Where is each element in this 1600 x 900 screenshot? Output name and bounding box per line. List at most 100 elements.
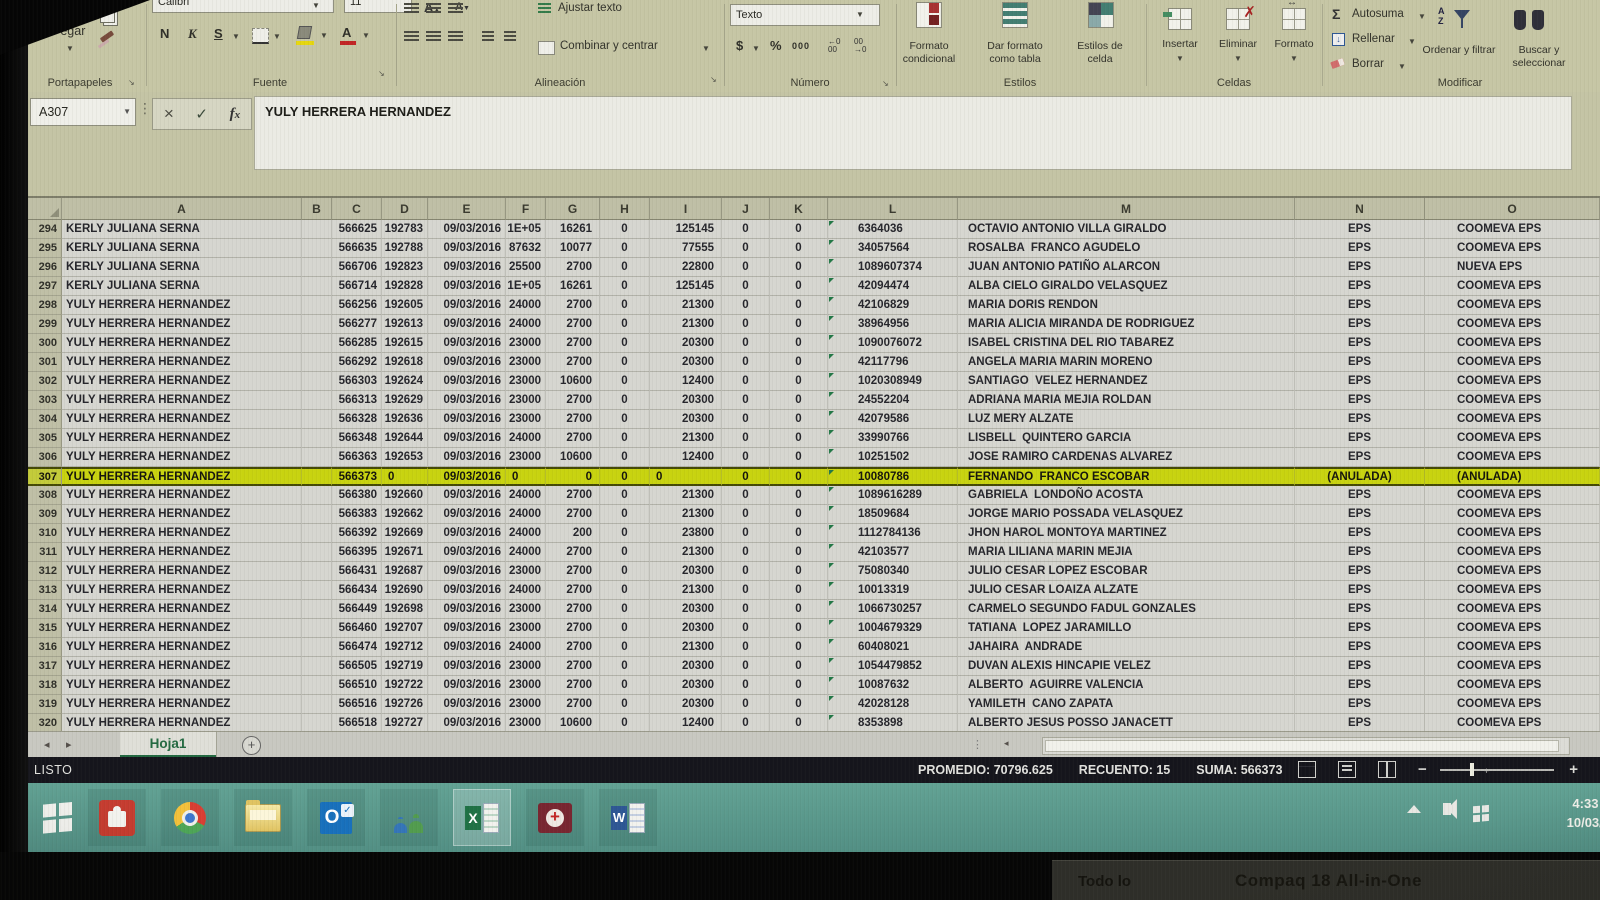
cell-B316[interactable] [302, 638, 332, 657]
cell-O311[interactable]: COOMEVA EPS [1425, 543, 1600, 562]
taskbar-button-file-explorer[interactable] [234, 789, 292, 846]
cell-F313[interactable]: 24000 [506, 581, 546, 600]
column-header-F[interactable]: F [506, 198, 546, 220]
cell-O300[interactable]: COOMEVA EPS [1425, 334, 1600, 353]
align-center-icon[interactable] [426, 31, 441, 42]
cell-styles-button[interactable]: Estilos de celda [1066, 40, 1134, 65]
format-dropdown-icon[interactable]: ▼ [1290, 54, 1298, 63]
cell-C307[interactable]: 566373 [332, 467, 382, 486]
cell-D298[interactable]: 192605 [382, 296, 428, 315]
cell-F300[interactable]: 23000 [506, 334, 546, 353]
cell-L316[interactable]: 60408021 [828, 638, 958, 657]
cell-I315[interactable]: 20300 [650, 619, 722, 638]
cell-N297[interactable]: EPS [1295, 277, 1425, 296]
cell-K309[interactable]: 0 [770, 505, 828, 524]
cell-I299[interactable]: 21300 [650, 315, 722, 334]
cancel-entry-icon[interactable]: × [164, 104, 174, 124]
cell-N305[interactable]: EPS [1295, 429, 1425, 448]
cell-O297[interactable]: COOMEVA EPS [1425, 277, 1600, 296]
cell-D304[interactable]: 192636 [382, 410, 428, 429]
cell-E310[interactable]: 09/03/2016 [428, 524, 506, 543]
cell-E314[interactable]: 09/03/2016 [428, 600, 506, 619]
cell-B302[interactable] [302, 372, 332, 391]
cell-E300[interactable]: 09/03/2016 [428, 334, 506, 353]
cell-B309[interactable] [302, 505, 332, 524]
cell-I314[interactable]: 20300 [650, 600, 722, 619]
cell-B305[interactable] [302, 429, 332, 448]
column-header-A[interactable]: A [62, 198, 302, 220]
cell-H299[interactable]: 0 [600, 315, 650, 334]
font-name-combobox[interactable]: Calibri [152, 0, 334, 13]
cell-K305[interactable]: 0 [770, 429, 828, 448]
cell-N308[interactable]: EPS [1295, 486, 1425, 505]
cell-G309[interactable]: 2700 [546, 505, 600, 524]
cell-L304[interactable]: 42079586 [828, 410, 958, 429]
taskbar-button-word[interactable] [599, 789, 657, 846]
align-right-icon[interactable] [448, 31, 463, 42]
cell-I309[interactable]: 21300 [650, 505, 722, 524]
horizontal-scrollbar[interactable] [1042, 737, 1570, 755]
cell-F314[interactable]: 23000 [506, 600, 546, 619]
cell-F299[interactable]: 24000 [506, 315, 546, 334]
cell-O314[interactable]: COOMEVA EPS [1425, 600, 1600, 619]
cell-N311[interactable]: EPS [1295, 543, 1425, 562]
cell-F294[interactable]: 1E+05 [506, 220, 546, 239]
cell-N312[interactable]: EPS [1295, 562, 1425, 581]
cell-D306[interactable]: 192653 [382, 448, 428, 467]
cell-K306[interactable]: 0 [770, 448, 828, 467]
cell-I319[interactable]: 20300 [650, 695, 722, 714]
cell-O303[interactable]: COOMEVA EPS [1425, 391, 1600, 410]
cell-B304[interactable] [302, 410, 332, 429]
name-box[interactable]: A307▼ [30, 98, 136, 126]
cell-D296[interactable]: 192823 [382, 258, 428, 277]
cell-M314[interactable]: CARMELO SEGUNDO FADUL GONZALES [958, 600, 1295, 619]
cell-O305[interactable]: COOMEVA EPS [1425, 429, 1600, 448]
row-header-310[interactable]: 310 [28, 524, 62, 543]
cell-N298[interactable]: EPS [1295, 296, 1425, 315]
cell-D299[interactable]: 192613 [382, 315, 428, 334]
cell-D319[interactable]: 192726 [382, 695, 428, 714]
cell-L298[interactable]: 42106829 [828, 296, 958, 315]
horizontal-scrollbar-thumb[interactable] [1045, 740, 1559, 752]
cell-F308[interactable]: 24000 [506, 486, 546, 505]
insert-dropdown-icon[interactable]: ▼ [1176, 54, 1184, 63]
column-header-O[interactable]: O [1425, 198, 1600, 220]
cell-D312[interactable]: 192687 [382, 562, 428, 581]
cell-I307[interactable]: 0 [650, 467, 722, 486]
taskbar-button-excel[interactable] [453, 789, 511, 846]
column-header-D[interactable]: D [382, 198, 428, 220]
fill-button[interactable]: Rellenar [1352, 33, 1395, 45]
accounting-format-button[interactable]: $ [736, 38, 743, 53]
fill-color-icon[interactable] [297, 26, 312, 39]
column-header-G[interactable]: G [546, 198, 600, 220]
normal-view-icon[interactable] [1298, 761, 1316, 778]
cell-C298[interactable]: 566256 [332, 296, 382, 315]
increase-decimal-icon[interactable]: ←000 [828, 38, 840, 54]
cell-L312[interactable]: 75080340 [828, 562, 958, 581]
percent-style-button[interactable]: % [770, 38, 782, 53]
cell-M305[interactable]: LISBELL QUINTERO GARCIA [958, 429, 1295, 448]
cell-N310[interactable]: EPS [1295, 524, 1425, 543]
cell-J305[interactable]: 0 [722, 429, 770, 448]
cell-H311[interactable]: 0 [600, 543, 650, 562]
cell-M294[interactable]: OCTAVIO ANTONIO VILLA GIRALDO [958, 220, 1295, 239]
row-header-309[interactable]: 309 [28, 505, 62, 524]
cell-H312[interactable]: 0 [600, 562, 650, 581]
cell-E319[interactable]: 09/03/2016 [428, 695, 506, 714]
accounting-dropdown-icon[interactable]: ▼ [752, 44, 760, 53]
cell-G304[interactable]: 2700 [546, 410, 600, 429]
comma-style-button[interactable]: 000 [792, 41, 810, 51]
cell-E295[interactable]: 09/03/2016 [428, 239, 506, 258]
cell-L300[interactable]: 1090076072 [828, 334, 958, 353]
cell-G307[interactable]: 0 [546, 467, 600, 486]
cell-K302[interactable]: 0 [770, 372, 828, 391]
cell-D294[interactable]: 192783 [382, 220, 428, 239]
cell-G296[interactable]: 2700 [546, 258, 600, 277]
cell-M308[interactable]: GABRIELA LONDOÑO ACOSTA [958, 486, 1295, 505]
cell-C318[interactable]: 566510 [332, 676, 382, 695]
cell-G295[interactable]: 10077 [546, 239, 600, 258]
cell-F305[interactable]: 24000 [506, 429, 546, 448]
cell-E305[interactable]: 09/03/2016 [428, 429, 506, 448]
cell-F318[interactable]: 23000 [506, 676, 546, 695]
clipboard-dialog-launcher-icon[interactable]: ↘ [128, 78, 135, 87]
